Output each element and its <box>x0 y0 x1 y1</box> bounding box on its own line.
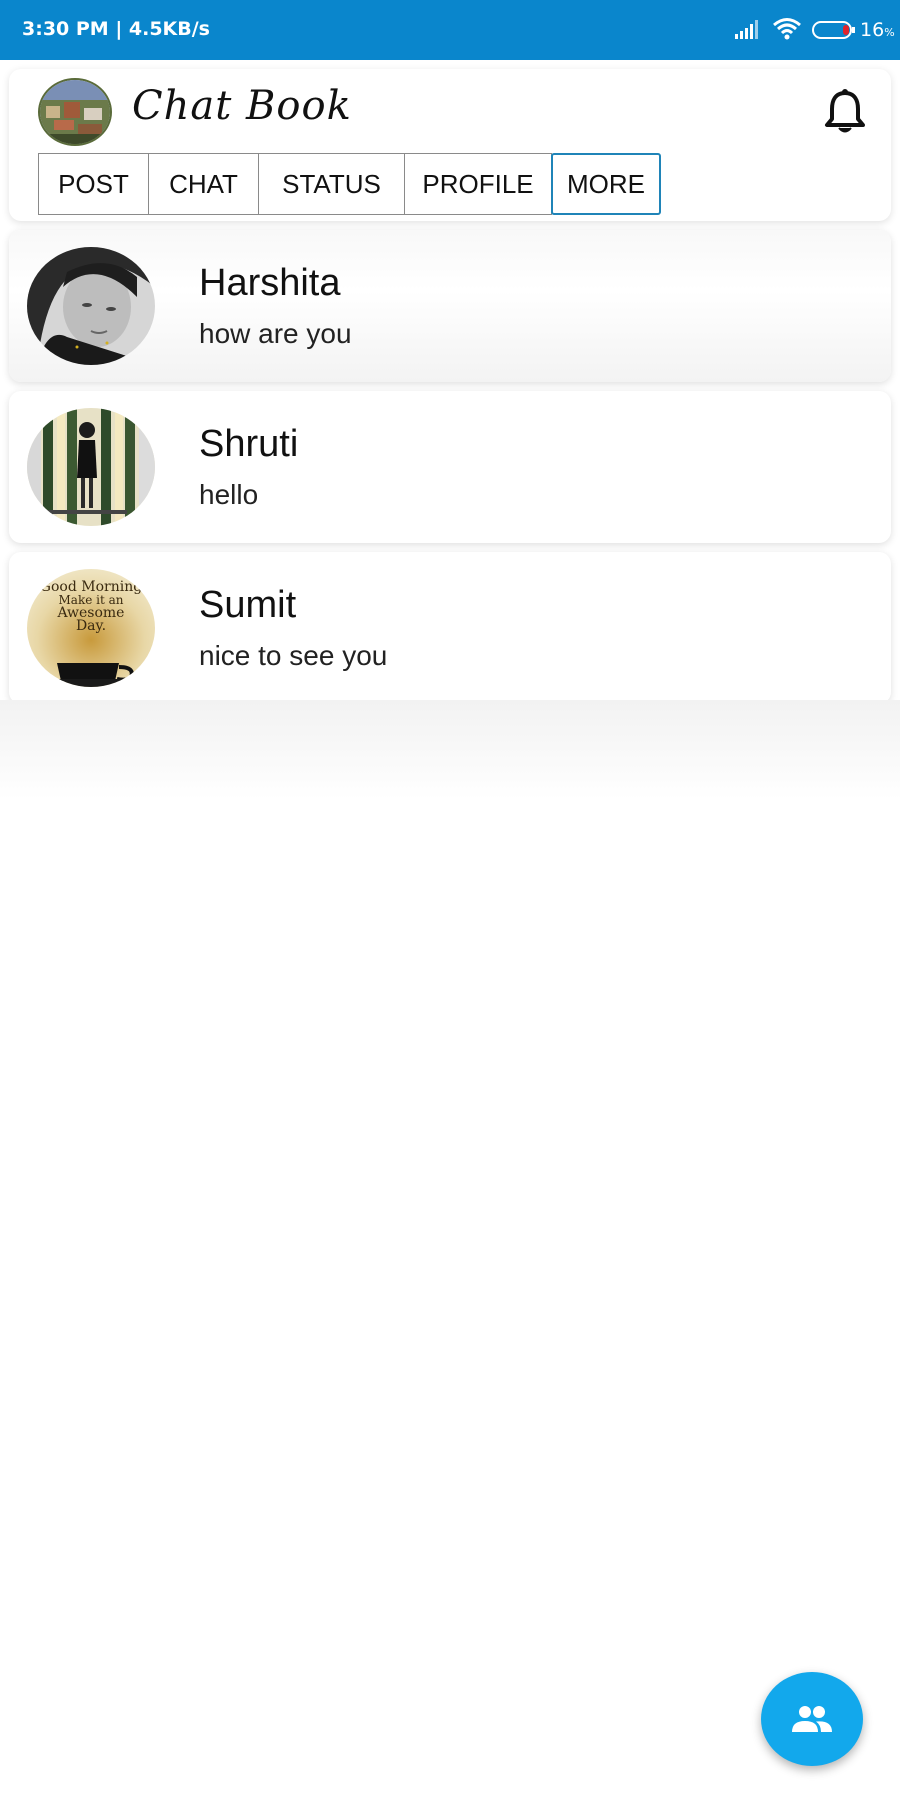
battery-level: 16% <box>860 19 895 41</box>
avatar: Good Morning Make it an Awesome Day. <box>27 569 155 687</box>
tab-status[interactable]: STATUS <box>258 153 405 215</box>
status-time-speed: 3:30 PM | 4.5KB/s <box>22 18 210 40</box>
app-logo-avatar[interactable] <box>38 78 112 146</box>
chat-list: Harshita how are you Shruti hello Good M… <box>9 230 891 713</box>
battery-icon <box>812 21 855 39</box>
new-group-fab-button[interactable] <box>761 1672 863 1766</box>
chat-last-message: nice to see you <box>199 640 388 671</box>
tab-profile[interactable]: PROFILE <box>404 153 552 215</box>
signal-icon <box>735 20 758 39</box>
status-bar: 3:30 PM | 4.5KB/s 16% <box>0 0 900 60</box>
app-title: Chat Book <box>132 83 352 129</box>
wifi-icon <box>773 18 801 40</box>
chat-last-message: hello <box>199 479 259 510</box>
avatar <box>27 247 155 365</box>
group-icon <box>792 1706 832 1732</box>
bell-icon[interactable] <box>823 87 867 135</box>
list-bottom-shadow <box>0 700 900 800</box>
chat-last-message: how are you <box>199 318 352 349</box>
status-icons: 16% <box>700 0 900 60</box>
svg-text:Day.: Day. <box>76 618 106 634</box>
chat-name: Harshita <box>199 262 341 304</box>
tab-post[interactable]: POST <box>38 153 149 215</box>
chat-item-shruti[interactable]: Shruti hello <box>9 391 891 543</box>
chat-name: Shruti <box>199 423 299 465</box>
tab-more[interactable]: MORE <box>551 153 661 215</box>
tab-bar: POST CHAT STATUS PROFILE MORE <box>38 153 661 215</box>
chat-name: Sumit <box>199 584 297 626</box>
app-header: Chat Book POST CHAT STATUS PROFILE MORE <box>9 69 891 221</box>
chat-item-harshita[interactable]: Harshita how are you <box>9 230 891 382</box>
tab-chat[interactable]: CHAT <box>148 153 259 215</box>
logo-landscape-image <box>40 80 110 144</box>
avatar <box>27 408 155 526</box>
chat-item-sumit[interactable]: Good Morning Make it an Awesome Day. Sum… <box>9 552 891 704</box>
